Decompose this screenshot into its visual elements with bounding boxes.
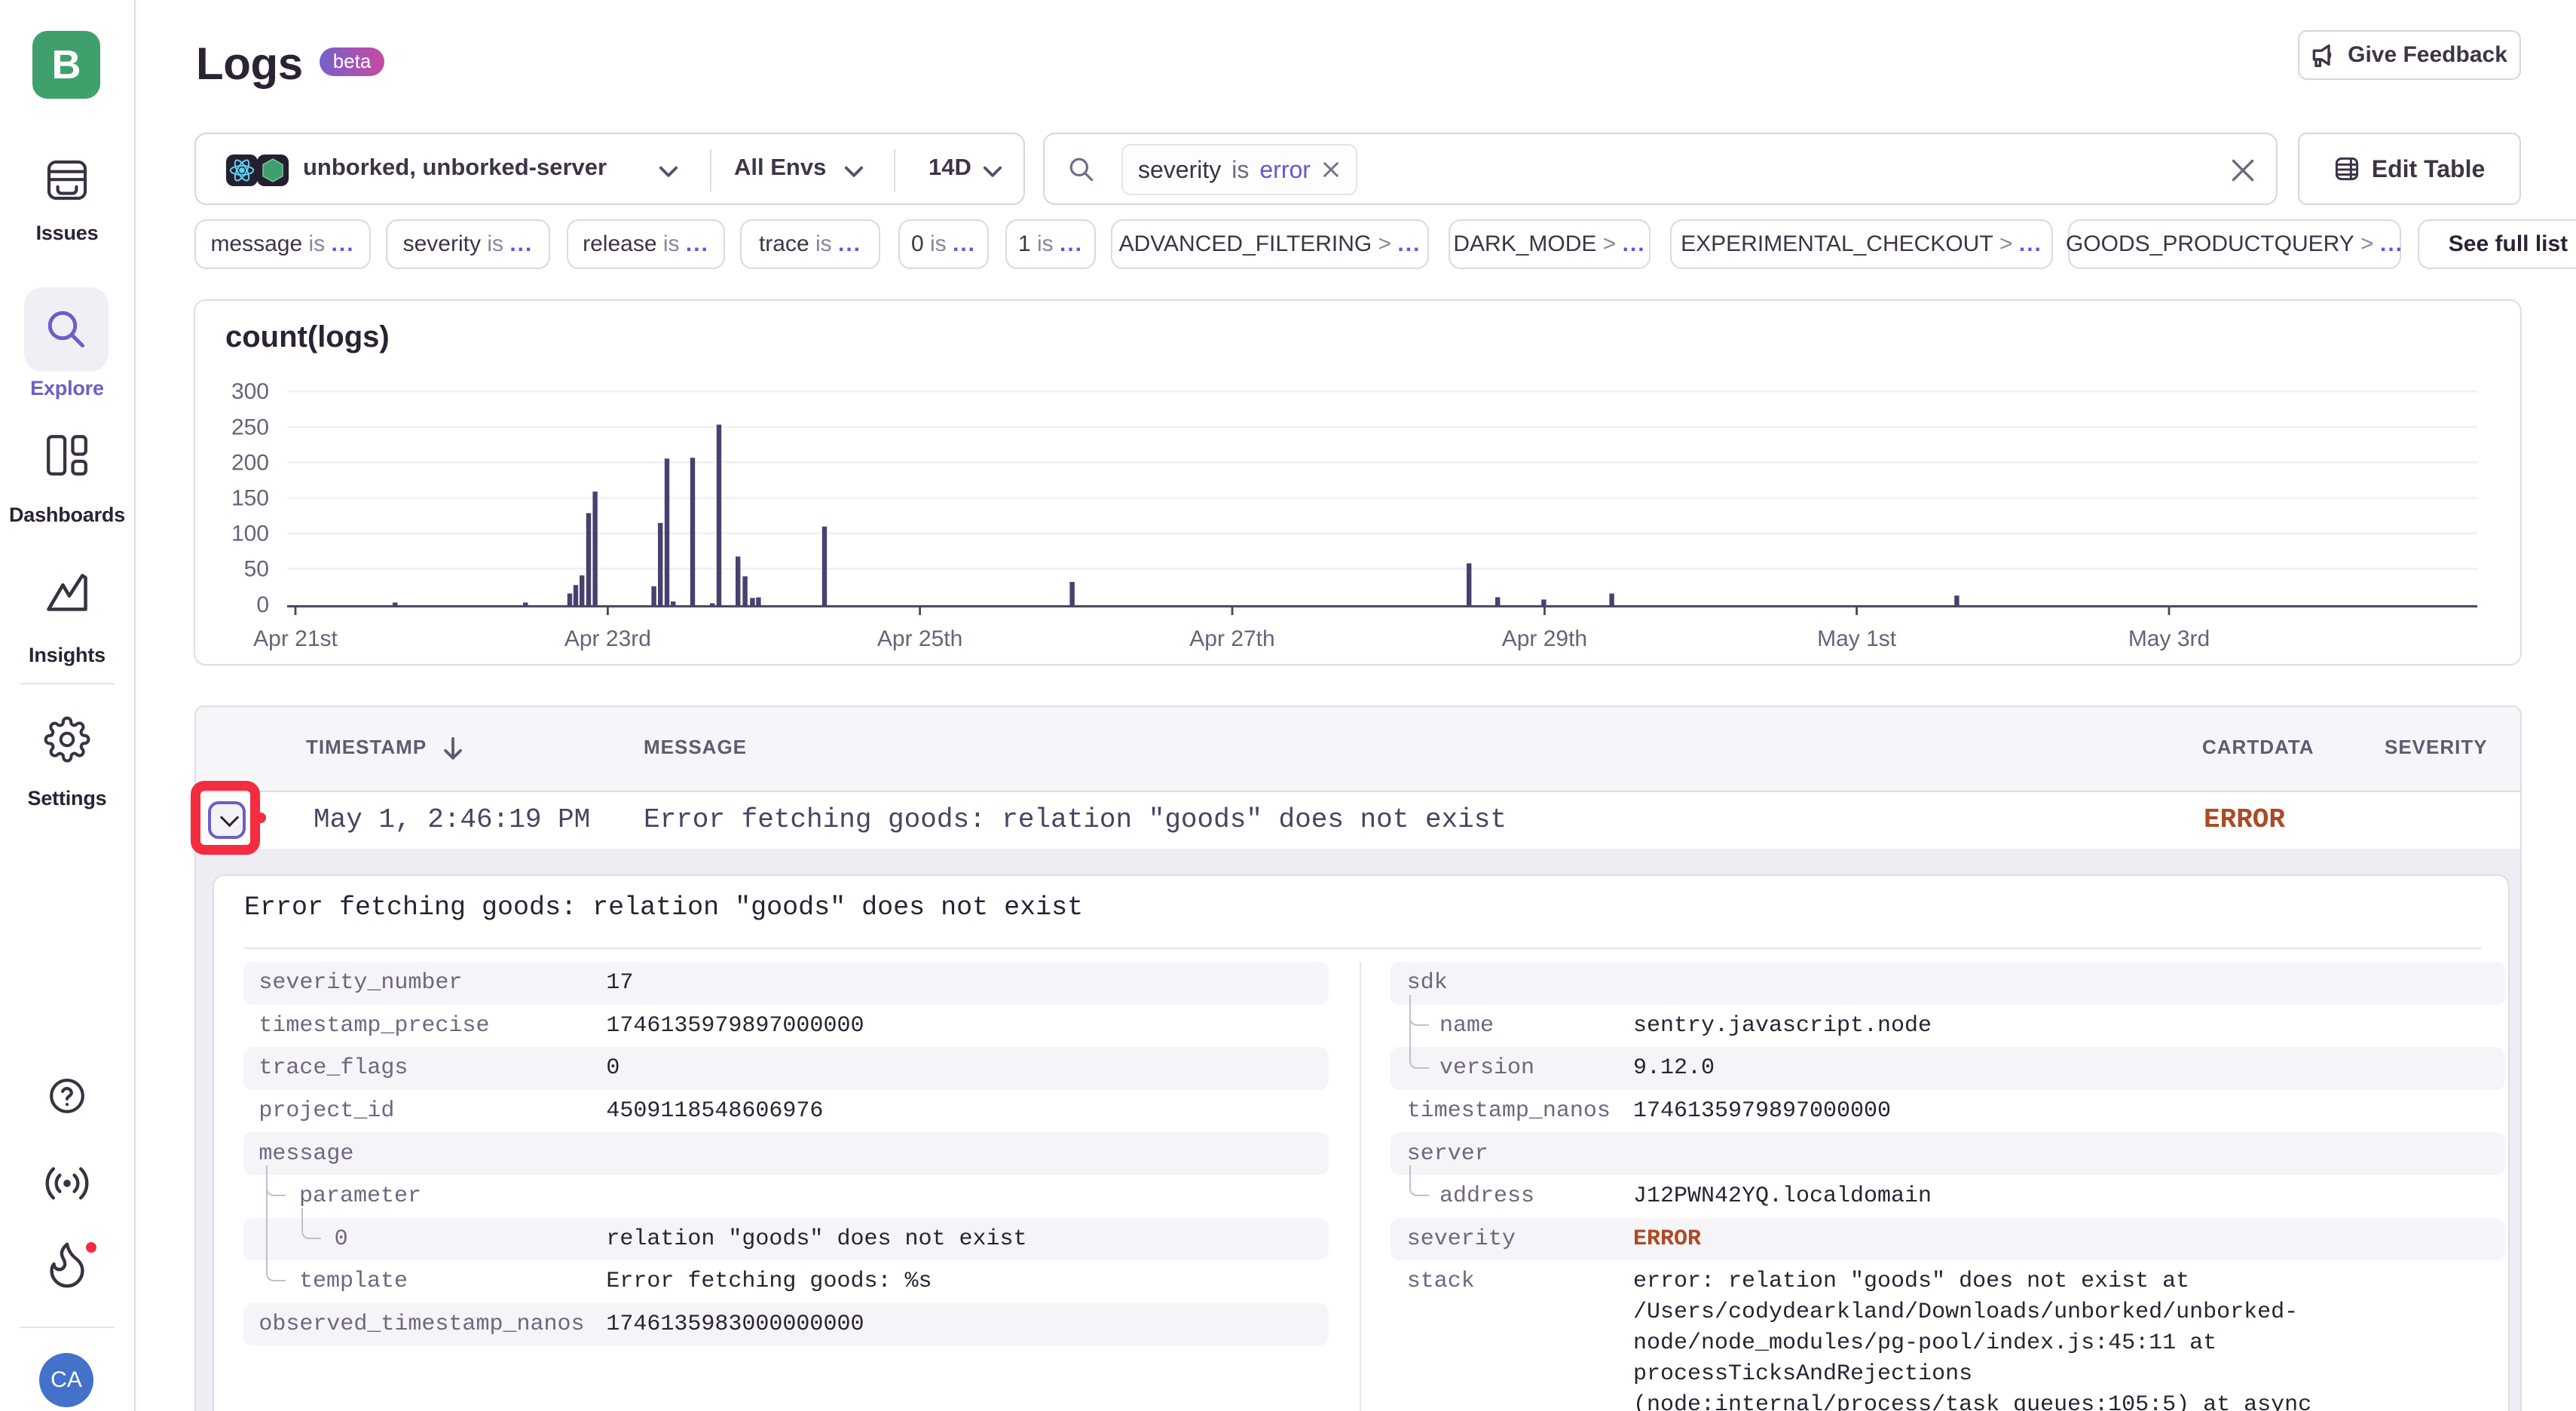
svg-text:May 1st: May 1st: [1817, 626, 1897, 651]
svg-text:Apr 23rd: Apr 23rd: [564, 626, 651, 651]
svg-text:May 3rd: May 3rd: [2128, 626, 2210, 651]
svg-text:50: 50: [244, 557, 269, 582]
svg-text:150: 150: [231, 486, 269, 511]
svg-text:Apr 25th: Apr 25th: [877, 626, 962, 651]
svg-text:Apr 29th: Apr 29th: [1502, 626, 1587, 651]
svg-text:200: 200: [231, 450, 269, 475]
svg-text:100: 100: [231, 522, 269, 546]
svg-text:Apr 27th: Apr 27th: [1189, 626, 1274, 651]
svg-text:300: 300: [231, 379, 269, 404]
svg-text:250: 250: [231, 415, 269, 439]
svg-text:0: 0: [256, 592, 269, 617]
svg-text:Apr 21st: Apr 21st: [253, 626, 338, 651]
